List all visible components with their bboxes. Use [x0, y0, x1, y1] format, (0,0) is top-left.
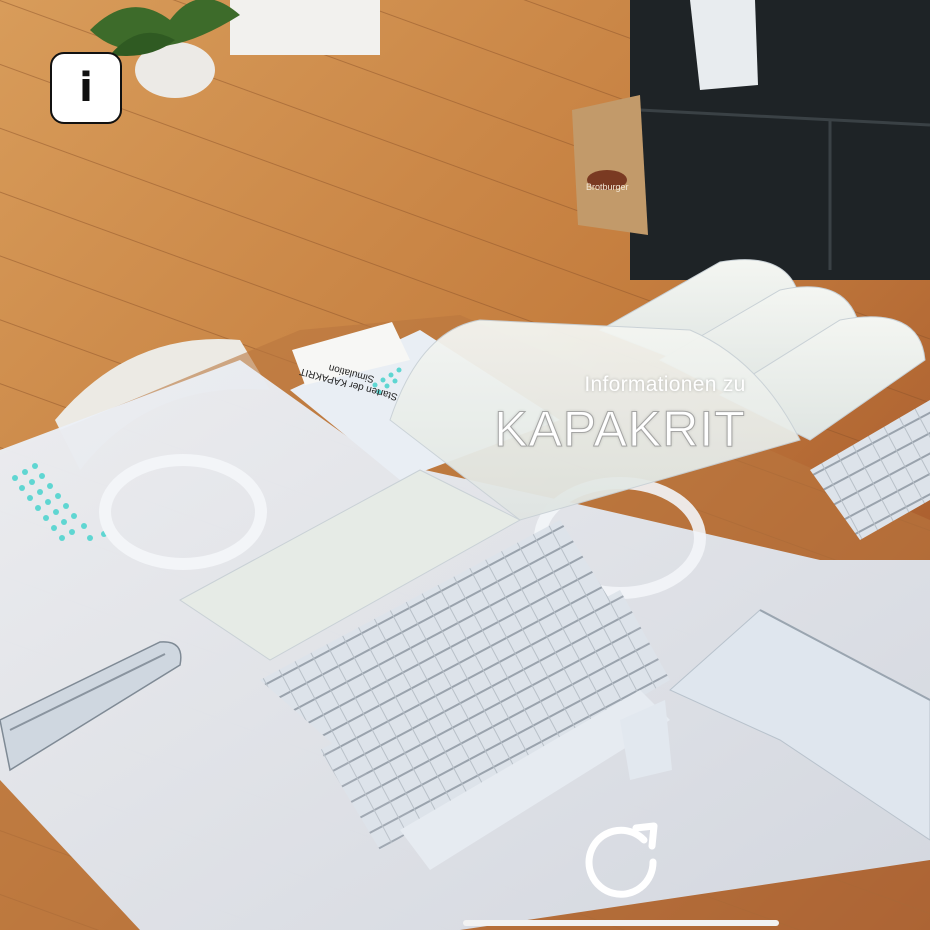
tea-towel — [690, 0, 758, 90]
home-indicator[interactable] — [463, 920, 779, 926]
reload-icon — [585, 822, 658, 898]
info-button[interactable]: i — [50, 52, 122, 124]
paper-bag: Brotburger — [572, 95, 648, 235]
info-icon: i — [79, 65, 93, 111]
dark-kitchen-cabinet — [630, 0, 930, 280]
overlay-subtitle: Informationen zu — [584, 373, 746, 396]
reload-button[interactable] — [578, 812, 664, 898]
ar-scene: Brotburger — [0, 0, 930, 930]
svg-text:Brotburger: Brotburger — [586, 182, 629, 192]
white-cabinet — [230, 0, 380, 55]
overlay-title: KAPAKRIT — [494, 401, 746, 458]
